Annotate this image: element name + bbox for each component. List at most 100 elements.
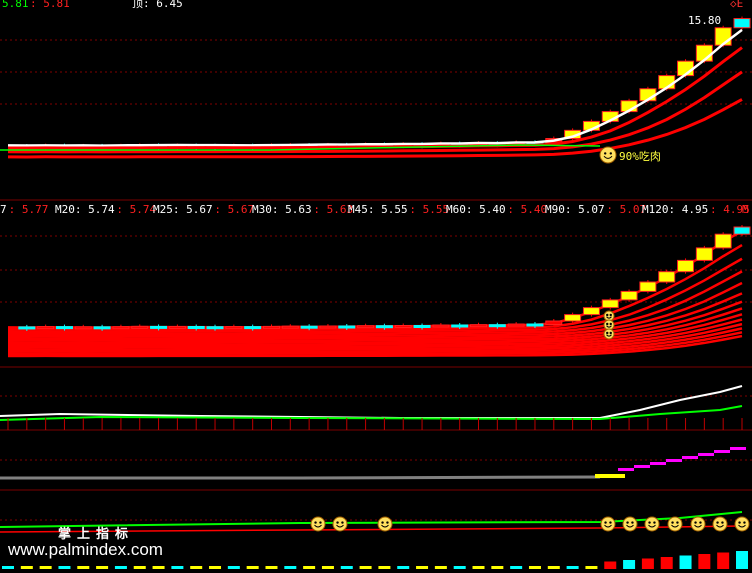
header-top-value: 顶: 6.45 (132, 0, 183, 10)
mid-candles (18, 225, 751, 331)
mid-candle-body (582, 307, 600, 316)
corner-marker: ◇E (730, 0, 743, 10)
ma-header-value: : 5.40 (507, 203, 547, 216)
indicator-step (595, 474, 625, 478)
indicator-line-green (0, 405, 743, 421)
smiley-eye (609, 322, 612, 326)
smiley-icon (690, 516, 706, 532)
indicator-step-magenta (714, 450, 730, 453)
smiley-icon (377, 516, 393, 532)
mid-candle-body (225, 326, 243, 330)
header-value-red: : 5.81 (30, 0, 70, 10)
smiley-icon (332, 516, 348, 532)
ma-header-value: : 5.67 (214, 203, 254, 216)
mid-candle-body (206, 326, 224, 330)
chart-canvas[interactable]: 5.81 : 5.81 顶: 6.45 ◇E 15.80 90%吃肉 7: 5.… (0, 0, 752, 571)
mid-candle-body (375, 325, 393, 329)
mid-candle-body (93, 326, 111, 330)
volume-bar (604, 561, 617, 569)
mid-candle-body (37, 326, 55, 330)
smiley-face (667, 516, 683, 532)
mid-candle-body (488, 324, 506, 328)
indicator-step-magenta (730, 447, 746, 450)
mid-candle-body (451, 324, 469, 328)
signal-annotation: 90%吃肉 (619, 150, 661, 163)
ma-header-value: : 5.07 (606, 203, 646, 216)
smiley-eye (631, 521, 634, 524)
indicator-line-gray (0, 475, 601, 480)
smiley-face (599, 146, 617, 164)
smiley-eye (386, 521, 389, 524)
smiley-face (332, 516, 348, 532)
kline-terminal[interactable]: 5.81 : 5.81 顶: 6.45 ◇E 15.80 90%吃肉 7: 5.… (0, 0, 752, 571)
smiley-face (712, 516, 728, 532)
smiley-icon (310, 516, 326, 532)
mid-candle-body (357, 325, 375, 329)
mid-candle-body (394, 325, 412, 328)
mid-candle-body (545, 320, 563, 325)
indicator-step-magenta (682, 456, 698, 459)
smiley-icon (667, 516, 683, 532)
watermark-url: www.palmindex.com (7, 540, 163, 559)
mid-candle-body (677, 259, 695, 273)
smiley-eye (699, 521, 702, 524)
mid-candle-body (507, 323, 525, 327)
smiley-eye (606, 331, 609, 335)
smiley-eye (609, 152, 612, 155)
smiley-icon (600, 516, 616, 532)
indicator-step-magenta (618, 468, 634, 471)
volume-bar (660, 557, 673, 569)
smiley-eye (738, 521, 741, 524)
smiley-face (690, 516, 706, 532)
mid-candle-body (18, 326, 36, 330)
mid-candle-body (74, 326, 92, 330)
ma-header: 7: 5.77 M20: 5.74: 5.74M25: 5.67: 5.67M30… (0, 203, 750, 216)
smiley-face (310, 516, 326, 532)
ma-header-label: M60: 5.40 (446, 203, 506, 216)
indicator-step-magenta (650, 462, 666, 465)
smiley-eye (648, 521, 651, 524)
mid-candle-body (639, 281, 657, 292)
indicator-line-white (0, 385, 743, 419)
smiley-eye (314, 521, 317, 524)
price-high-label: 15.80 (688, 14, 721, 27)
volume-bar (623, 560, 636, 569)
mid-candle-body (733, 226, 751, 235)
smiley-face (603, 328, 615, 340)
mid-candle-body (131, 325, 149, 329)
smiley-icon (734, 516, 750, 532)
mid-candle-body (470, 324, 488, 328)
mid-candle-body (55, 326, 73, 330)
mid-candle-body (319, 325, 337, 329)
ma-line-white (7, 28, 743, 147)
smiley-eye (604, 152, 607, 155)
volume-bar (679, 555, 692, 569)
ma-header-label: M90: 5.07 (545, 203, 605, 216)
smiley-face (600, 516, 616, 532)
mid-candle-body (168, 326, 186, 329)
smiley-eye (676, 521, 679, 524)
mid-candle-body (112, 326, 130, 330)
smiley-face (644, 516, 660, 532)
mid-candle-body (300, 325, 318, 329)
mid-candle-body (526, 323, 544, 327)
mid-candle-body (262, 325, 280, 329)
indicator-step-magenta (634, 465, 650, 468)
mid-candle-body (564, 314, 582, 322)
smiley-eye (626, 521, 629, 524)
smiley-eye (653, 521, 656, 524)
smiley-face (377, 516, 393, 532)
indicator-step-magenta (666, 459, 682, 462)
ma-header-value: : 5.77 (9, 203, 49, 216)
smiley-icon (599, 146, 617, 164)
mid-candle-body (338, 325, 356, 329)
smiley-eye (319, 521, 322, 524)
ma-header-label: M30: 5.63 (252, 203, 312, 216)
smiley-eye (721, 521, 724, 524)
smiley-icon (712, 516, 728, 532)
ma-header-label: M25: 5.67 (153, 203, 213, 216)
ma-header-value: : 5.55 (409, 203, 449, 216)
smiley-eye (381, 521, 384, 524)
mid-candle-body (244, 326, 262, 330)
mid-candle-body (150, 325, 168, 329)
